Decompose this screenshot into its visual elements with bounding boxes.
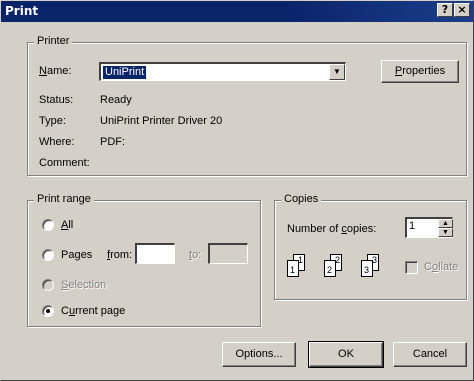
to-label: to:: [189, 249, 202, 261]
properties-button[interactable]: Properties: [381, 60, 459, 83]
printer-name-value: UniPrint: [101, 65, 148, 80]
collate-page-icon: 2: [324, 260, 336, 277]
collate-label[interactable]: Collate: [424, 261, 458, 273]
type-value: UniPrint Printer Driver 20: [100, 115, 223, 127]
options-button[interactable]: Options...: [222, 342, 296, 367]
print-range-group: Print range All Pages from: to: Selectio…: [27, 193, 261, 327]
copies-legend: Copies: [281, 193, 322, 205]
collate-page-icon: 3: [361, 260, 373, 277]
where-value: PDF:: [100, 136, 126, 148]
copies-group: Copies Number of copies: 1 ▲ ▼ 1 1 2 2 3…: [274, 193, 467, 300]
from-label: from:: [107, 249, 133, 261]
all-radio[interactable]: [42, 219, 54, 231]
status-value: Ready: [100, 94, 132, 106]
to-input[interactable]: [208, 243, 248, 264]
printer-name-label: Name:: [39, 65, 72, 77]
collate-checkbox[interactable]: [405, 261, 418, 274]
cancel-button[interactable]: Cancel: [393, 342, 467, 367]
comment-label: Comment:: [39, 157, 90, 169]
title-bar[interactable]: Print ? ×: [1, 1, 473, 22]
copies-value: 1: [409, 220, 416, 232]
pages-radio[interactable]: [42, 249, 54, 261]
print-dialog: Print ? × Printer Name: UniPrint ▼ Prope…: [0, 0, 474, 381]
status-label: Status:: [39, 94, 74, 106]
spin-up-icon[interactable]: ▲: [438, 219, 453, 228]
from-input[interactable]: [135, 243, 175, 264]
collate-page-icon: 1: [287, 260, 299, 277]
pages-label[interactable]: Pages: [61, 249, 92, 261]
all-label[interactable]: All: [61, 219, 73, 231]
ok-button[interactable]: OK: [308, 341, 384, 368]
chevron-down-icon[interactable]: ▼: [329, 64, 345, 80]
where-label: Where:: [39, 136, 75, 148]
print-range-legend: Print range: [34, 193, 94, 205]
window-title: Print: [5, 4, 39, 18]
close-button[interactable]: ×: [454, 3, 470, 17]
current-page-label[interactable]: Current page: [61, 305, 125, 317]
help-button[interactable]: ?: [437, 3, 453, 17]
type-label: Type:: [39, 115, 66, 127]
spin-down-icon[interactable]: ▼: [438, 228, 453, 237]
printer-name-select[interactable]: UniPrint ▼: [99, 62, 346, 81]
printer-group-legend: Printer: [34, 35, 73, 47]
selection-radio[interactable]: [42, 279, 54, 291]
number-of-copies-label: Number of copies:: [287, 223, 377, 235]
selection-label[interactable]: Selection: [61, 279, 106, 291]
printer-group: Printer Name: UniPrint ▼ Properties Stat…: [27, 35, 467, 176]
current-page-radio[interactable]: [42, 305, 54, 317]
radio-dot-icon: [46, 309, 50, 313]
